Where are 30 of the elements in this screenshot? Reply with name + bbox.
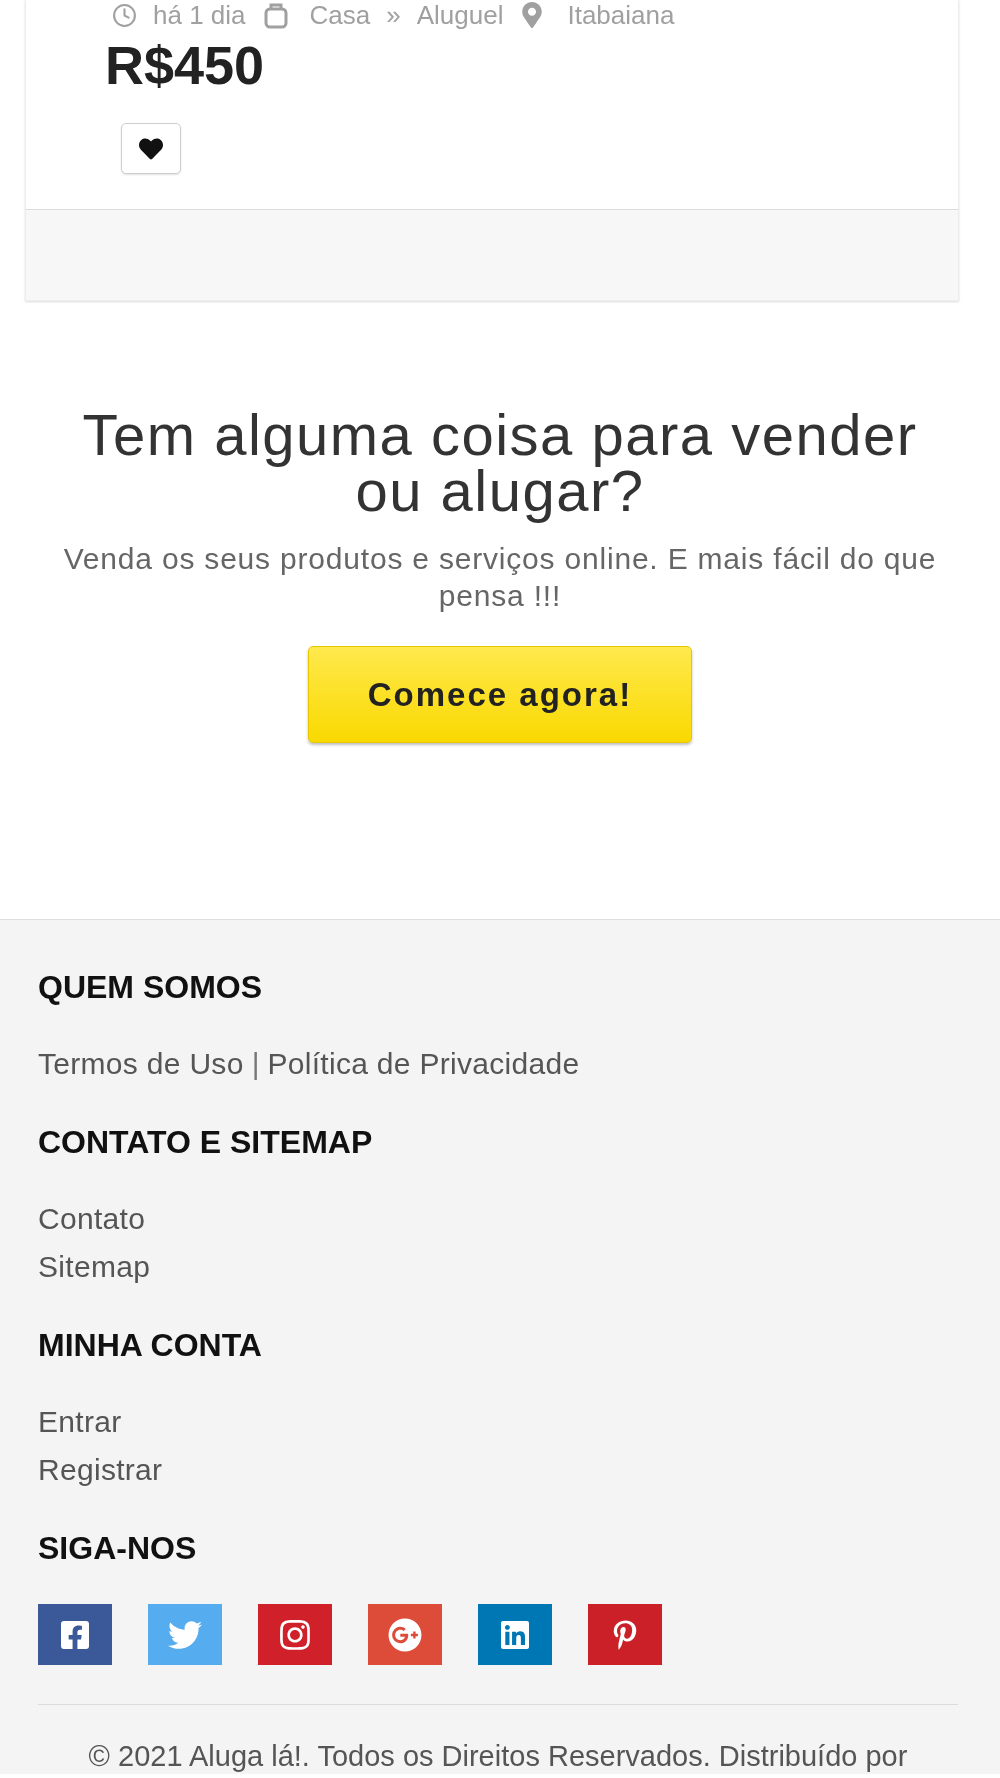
heart-icon: [139, 136, 163, 161]
favorite-button[interactable]: [121, 123, 181, 174]
footer-link[interactable]: Entrar: [38, 1402, 122, 1442]
copyright-text: © 2021 Aluga lá!. Todos os Direitos Reservados. Distribuído por: [87, 1739, 909, 1774]
instagram-icon: [278, 1617, 312, 1652]
footer-link[interactable]: Política de Privacidade: [267, 1044, 580, 1084]
breadcrumb-separator: »: [386, 0, 401, 30]
footer-link[interactable]: Termos de Uso: [38, 1044, 244, 1084]
location-text: Itabaiana: [567, 0, 675, 30]
social-link[interactable]: [38, 1604, 112, 1665]
social-link[interactable]: [368, 1604, 442, 1665]
footer-link[interactable]: Registrar: [38, 1450, 163, 1490]
price: R$450: [105, 37, 265, 93]
clock-icon: [112, 2, 137, 28]
footer-link[interactable]: Contato: [38, 1199, 146, 1239]
link-separator: |: [251, 1046, 260, 1082]
footer-heading: CONTATO E SITEMAP: [38, 1123, 373, 1161]
linkedin-icon: [499, 1618, 531, 1651]
footer-heading: MINHA CONTA: [38, 1326, 262, 1364]
posted-time: há 1 dia: [153, 0, 246, 30]
social-link[interactable]: [478, 1604, 552, 1665]
cta-description: Venda os seus produtos e serviços online. E mais fácil do que pensa !!!: [62, 541, 938, 614]
footer-link[interactable]: Sitemap: [38, 1247, 151, 1287]
social-link[interactable]: [258, 1604, 332, 1665]
footer-heading: SIGA-NOS: [38, 1529, 197, 1567]
social-link[interactable]: [588, 1604, 662, 1665]
start-now-button[interactable]: Comece agora!: [308, 646, 692, 743]
facebook-icon: [59, 1618, 91, 1651]
footer-heading: QUEM SOMOS: [38, 968, 262, 1006]
google-plus-icon: [388, 1617, 422, 1652]
